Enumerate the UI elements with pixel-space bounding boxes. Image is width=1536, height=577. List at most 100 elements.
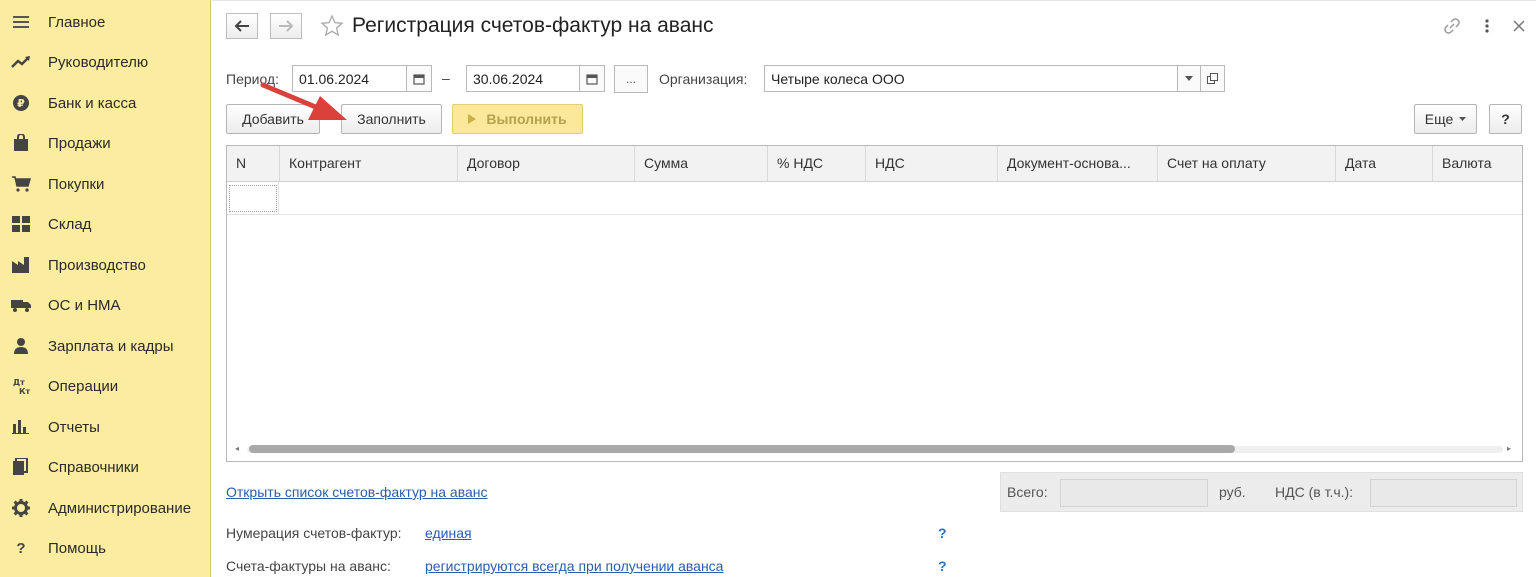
sidebar-item-sales[interactable]: Продажи (0, 123, 211, 163)
column-header-vat-rate[interactable]: % НДС (768, 146, 866, 181)
scroll-thumb[interactable] (249, 445, 1235, 453)
truck-icon (10, 295, 32, 315)
sidebar-item-label: Главное (48, 13, 106, 31)
column-header-base-document[interactable]: Документ-основа... (998, 146, 1158, 181)
sidebar-item-purchases[interactable]: Покупки (0, 164, 211, 204)
gear-icon (10, 498, 32, 518)
sidebar-item-label: Операции (48, 377, 119, 395)
arrow-right-icon (279, 20, 294, 32)
cart-icon (10, 174, 32, 194)
sidebar-item-label: Руководителю (48, 53, 149, 71)
sidebar-item-label: Склад (48, 215, 92, 233)
sidebar-item-label: Производство (48, 256, 146, 274)
total-label: Всего: (1007, 484, 1048, 500)
svg-text:Дт: Дт (13, 378, 25, 387)
calendar-icon (586, 73, 598, 85)
calendar-to-button[interactable] (579, 65, 605, 92)
app-window: Главное Руководителю ₽ Банк и касса Прод… (0, 0, 1536, 577)
fill-button[interactable]: Заполнить (341, 104, 442, 134)
play-icon (468, 114, 477, 124)
trend-icon (10, 52, 32, 72)
svg-text:Кт: Кт (19, 387, 30, 395)
open-window-icon (1207, 73, 1218, 84)
run-button-label: Выполнить (486, 111, 567, 127)
sidebar-item-help[interactable]: ? Помощь (0, 528, 211, 568)
total-field (1060, 479, 1208, 507)
question-icon: ? (16, 539, 26, 557)
scroll-right-icon[interactable]: ▸ (1507, 444, 1511, 453)
close-icon[interactable] (1509, 16, 1529, 36)
horizontal-scrollbar[interactable]: ◂ ▸ (233, 442, 1516, 454)
vat-total-field (1370, 479, 1517, 507)
data-table[interactable]: N Контрагент Договор Сумма % НДС НДС Док… (226, 145, 1523, 462)
sidebar-item-main[interactable]: Главное (0, 2, 211, 42)
column-header-n[interactable]: N (227, 146, 280, 181)
date-from-field[interactable]: 01.06.2024 (292, 65, 407, 92)
sidebar-item-catalogs[interactable]: Справочники (0, 447, 211, 487)
period-select-button[interactable]: ... (614, 65, 648, 93)
more-vertical-icon[interactable] (1477, 16, 1497, 36)
period-dash: – (442, 70, 450, 86)
column-header-currency[interactable]: Валюта (1433, 146, 1522, 181)
sidebar-item-label: ОС и НМА (48, 296, 121, 314)
column-header-date[interactable]: Дата (1336, 146, 1433, 181)
svg-text:₽: ₽ (17, 97, 25, 110)
back-button[interactable] (226, 13, 258, 39)
more-button[interactable]: Еще (1414, 104, 1477, 134)
scroll-left-icon[interactable]: ◂ (235, 444, 239, 453)
books-icon (10, 457, 32, 477)
numbering-help-icon[interactable]: ? (938, 525, 947, 541)
favorite-star-icon[interactable] (320, 14, 344, 38)
sidebar: Главное Руководителю ₽ Банк и касса Прод… (0, 0, 211, 577)
currency-label: руб. (1219, 484, 1246, 500)
invoices-label: Счета-фактуры на аванс: (226, 558, 391, 574)
calendar-icon (413, 73, 425, 85)
help-button[interactable]: ? (1489, 104, 1522, 134)
column-header-vat[interactable]: НДС (866, 146, 998, 181)
totals-panel: Всего: руб. НДС (в т.ч.): (1000, 472, 1523, 512)
organization-dropdown-button[interactable] (1177, 65, 1201, 92)
sidebar-item-label: Банк и касса (48, 94, 137, 112)
sidebar-item-reports[interactable]: Отчеты (0, 407, 211, 447)
invoices-help-icon[interactable]: ? (938, 558, 947, 574)
organization-field[interactable]: Четыре колеса ООО (764, 65, 1178, 92)
organization-open-button[interactable] (1200, 65, 1225, 92)
column-header-amount[interactable]: Сумма (635, 146, 768, 181)
sidebar-item-salary[interactable]: Зарплата и кадры (0, 326, 211, 366)
table-row[interactable] (227, 182, 1522, 215)
sidebar-item-label: Отчеты (48, 418, 100, 436)
calendar-from-button[interactable] (406, 65, 432, 92)
link-icon[interactable] (1442, 16, 1462, 36)
column-header-counterparty[interactable]: Контрагент (280, 146, 458, 181)
table-cell-n[interactable] (227, 182, 279, 214)
shopping-bag-icon (10, 133, 32, 153)
forward-button[interactable] (270, 13, 302, 39)
sidebar-item-manager[interactable]: Руководителю (0, 42, 211, 82)
table-header: N Контрагент Договор Сумма % НДС НДС Док… (227, 146, 1522, 182)
sidebar-item-assets[interactable]: ОС и НМА (0, 285, 211, 325)
more-button-label: Еще (1424, 111, 1454, 127)
sidebar-item-operations[interactable]: Дт Кт Операции (0, 366, 211, 406)
sidebar-item-label: Зарплата и кадры (48, 337, 174, 355)
period-label: Период: (226, 71, 279, 87)
column-header-payment-invoice[interactable]: Счет на оплату (1158, 146, 1336, 181)
date-to-field[interactable]: 30.06.2024 (466, 65, 580, 92)
open-invoices-list-link[interactable]: Открыть список счетов-фактур на аванс (226, 484, 488, 500)
numbering-link[interactable]: единая (425, 525, 472, 541)
dt-kt-icon: Дт Кт (10, 376, 32, 396)
run-button[interactable]: Выполнить (452, 104, 583, 134)
sidebar-item-bank[interactable]: ₽ Банк и касса (0, 83, 211, 123)
sidebar-item-warehouse[interactable]: Склад (0, 204, 211, 244)
sidebar-item-admin[interactable]: Администрирование (0, 488, 211, 528)
sidebar-item-production[interactable]: Производство (0, 245, 211, 285)
add-button[interactable]: Добавить (226, 104, 320, 134)
sidebar-item-label: Администрирование (48, 499, 192, 517)
ruble-coin-icon: ₽ (10, 93, 32, 113)
vat-total-label: НДС (в т.ч.): (1275, 484, 1354, 500)
menu-icon (10, 12, 32, 32)
organization-label: Организация: (659, 71, 748, 87)
invoices-setting-link[interactable]: регистрируются всегда при получении аван… (425, 558, 723, 574)
page-title: Регистрация счетов-фактур на аванс (352, 14, 714, 37)
chevron-down-icon (1459, 117, 1467, 121)
column-header-contract[interactable]: Договор (458, 146, 635, 181)
